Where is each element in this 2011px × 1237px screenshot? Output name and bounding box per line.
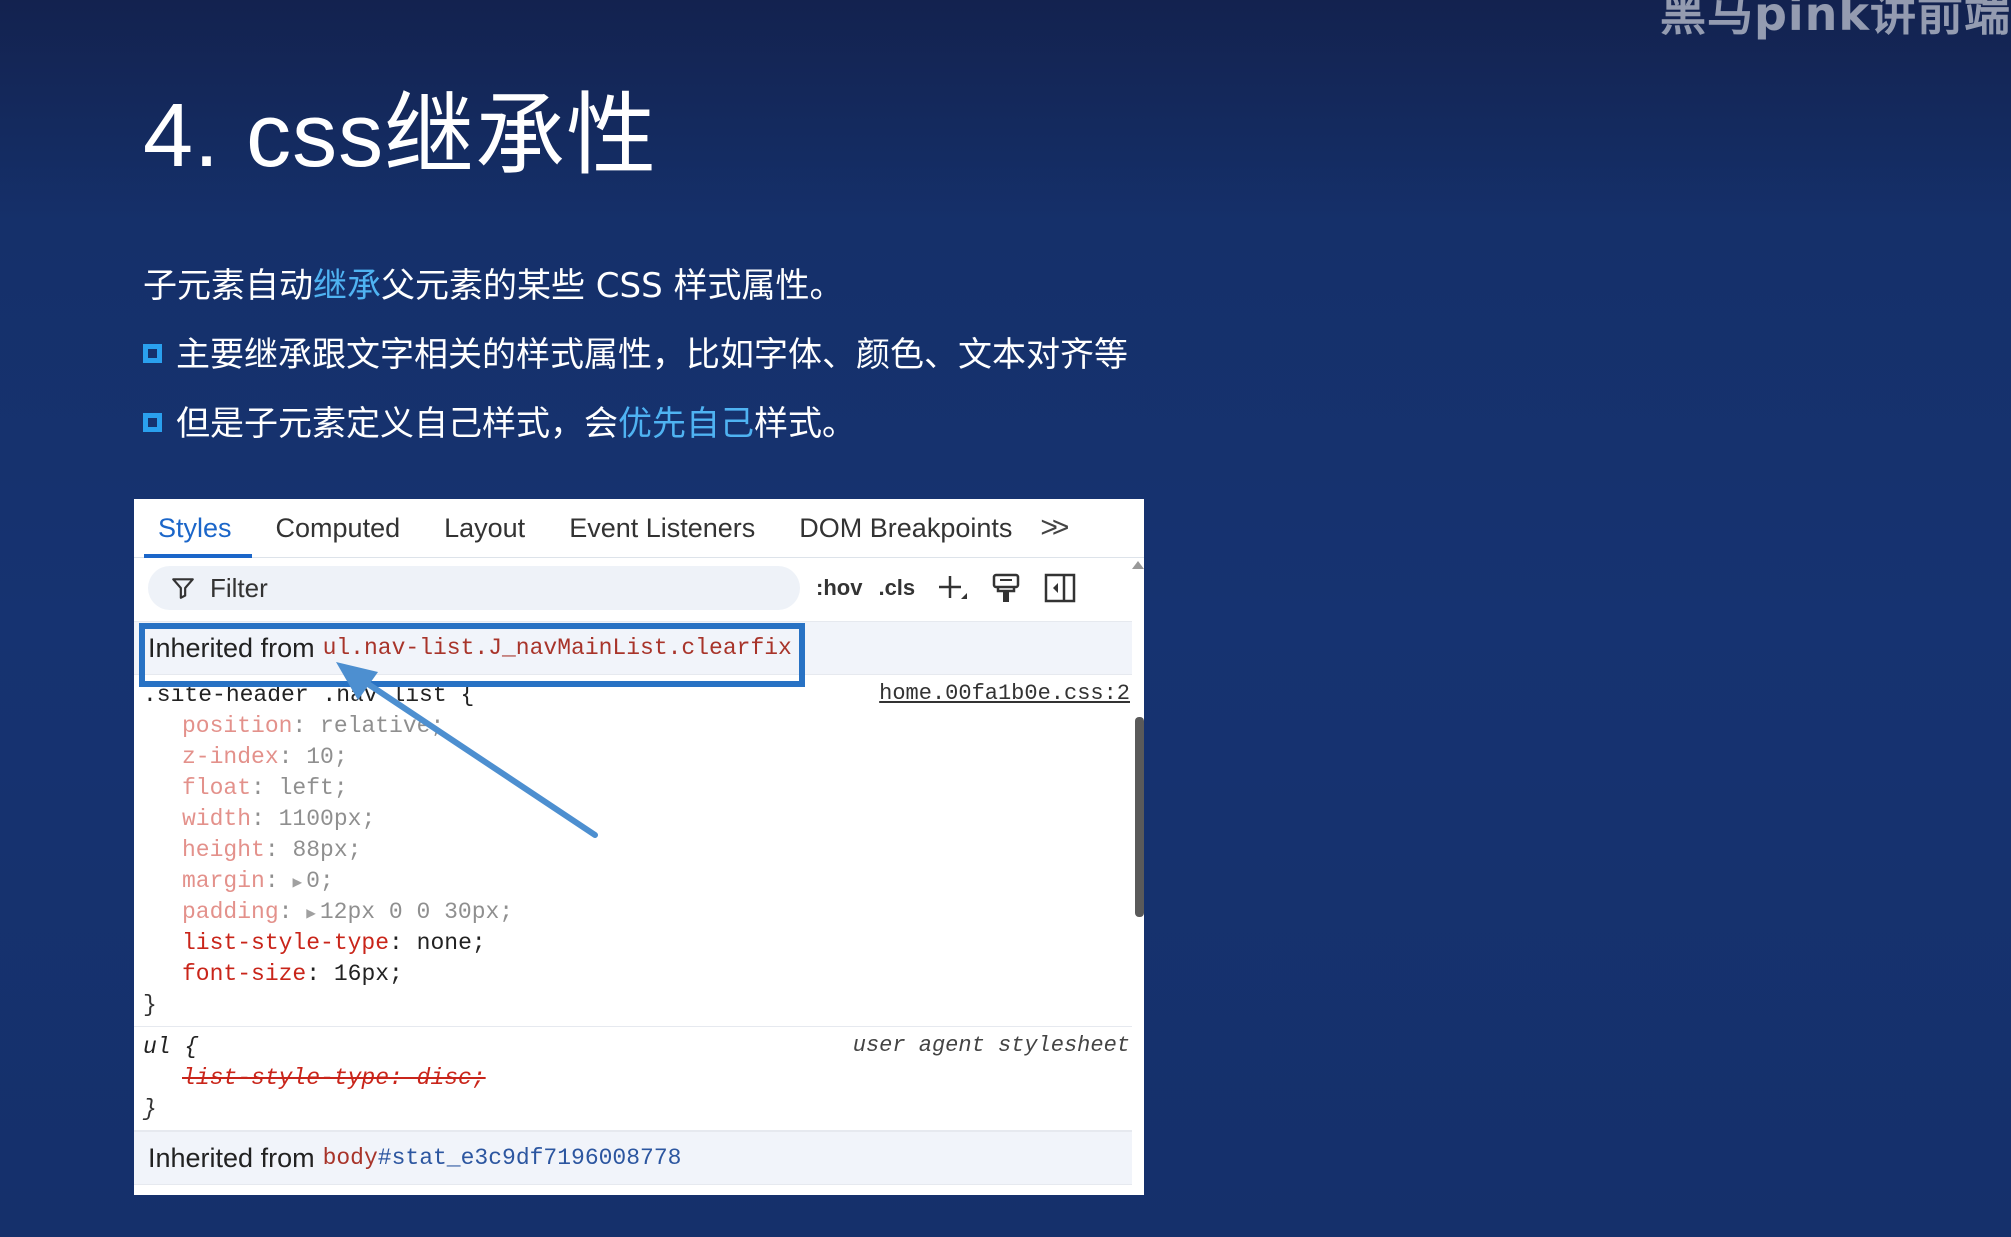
devtools-tab-bar: Styles Computed Layout Event Listeners D… [134,499,1144,558]
filter-box[interactable] [148,566,800,610]
rule-close-brace: } [143,1096,157,1122]
filter-icon [172,578,194,599]
bullet-1-text: 主要继承跟文字相关的样式属性，比如字体、颜色、文本对齐等 [176,335,1128,375]
filter-input[interactable] [208,571,772,605]
inherited-tag[interactable]: body [323,1145,378,1171]
tab-computed[interactable]: Computed [276,499,401,557]
rule-source-label: user agent stylesheet [852,1033,1130,1058]
inherited-from-selector[interactable]: ul.nav-list.J_navMainList.clearfix [323,635,792,661]
tab-event-listeners[interactable]: Event Listeners [569,499,755,557]
expand-triangle-icon[interactable]: ▶ [306,899,316,930]
tab-styles[interactable]: Styles [144,499,251,558]
css-rule-user-agent-ul: ul { user agent stylesheet list-style-ty… [134,1027,1132,1131]
bullet-square-icon [143,413,162,432]
declaration[interactable]: font-size: 16px; [182,959,1132,990]
bullet-line-1: 主要继承跟文字相关的样式属性，比如字体、颜色、文本对齐等 [143,327,1128,376]
declaration[interactable]: margin: ▶ 0; [182,866,1132,897]
inherited-from-label: Inherited from [148,632,315,663]
plus-icon[interactable] [935,571,969,605]
devtools-styles-panel: Styles Computed Layout Event Listeners D… [134,499,1144,1195]
inherited-from-row: Inherited from ul.nav-list.J_navMainList… [134,621,1132,675]
cls-toggle-button[interactable]: .cls [878,575,915,601]
intro-text-pre: 子元素自动 [143,266,313,306]
expand-triangle-icon[interactable]: ▶ [292,868,302,899]
inherited-from-label: Inherited from [148,1142,315,1173]
intro-line: 子元素自动继承父元素的某些 CSS 样式属性。 [143,258,844,307]
declaration[interactable]: list-style-type: none; [182,928,1132,959]
css-rule-site-header: .site-header .nav-list { home.00fa1b0e.c… [134,675,1132,1027]
slide-title: 4. css继承性 [143,86,658,186]
overridden-declaration[interactable]: list-style-type: disc; [182,1063,1132,1094]
bullet-square-icon [143,344,162,363]
rule-close-brace: } [143,992,157,1018]
tab-dom-breakpoints[interactable]: DOM Breakpoints [799,499,1012,557]
declaration[interactable]: padding: ▶ 12px 0 0 30px; [182,897,1132,928]
scroll-up-arrow-icon[interactable] [1132,561,1144,569]
bullet-2-text-post: 样式。 [754,404,856,444]
more-tabs-button[interactable]: >> [1040,511,1069,545]
sidebar-toggle-icon[interactable] [1043,571,1077,605]
bullet-2-highlight: 优先自己 [618,404,754,444]
intro-text-post: 父元素的某些 CSS 样式属性。 [381,266,844,306]
styles-toolbar: :hov .cls [134,557,1144,619]
tab-layout[interactable]: Layout [444,499,525,557]
inherited-from-row: Inherited from body #stat_e3c9df719600877… [134,1131,1132,1185]
inherited-id[interactable]: #stat_e3c9df7196008778 [378,1145,682,1171]
rule-source-link[interactable]: home.00fa1b0e.css:2 [879,681,1130,706]
styles-content: Inherited from ul.nav-list.J_navMainList… [134,621,1132,1185]
annotation-arrow-icon [336,662,598,838]
hov-toggle-button[interactable]: :hov [816,575,862,601]
bullet-2-text-pre: 但是子元素定义自己样式，会 [176,404,618,444]
bullet-line-2: 但是子元素定义自己样式，会优先自己样式。 [143,396,856,445]
paint-brush-icon[interactable] [989,571,1023,605]
watermark: 黑马pink讲前端 [1659,0,2011,41]
scrollbar-thumb[interactable] [1135,717,1144,917]
intro-highlight: 继承 [313,266,381,306]
